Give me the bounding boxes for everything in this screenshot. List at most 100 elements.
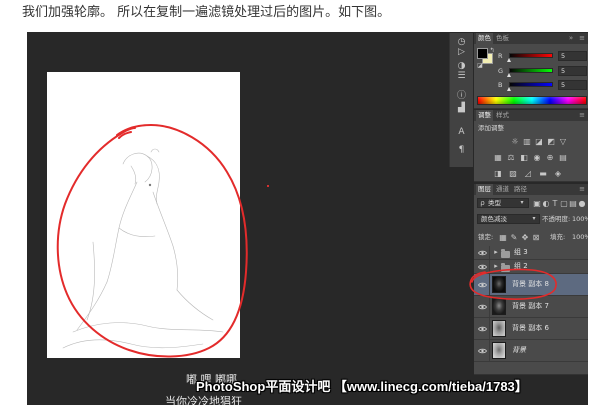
channel-slider-g[interactable]: [509, 68, 553, 73]
watermark: PhotoShop平面设计吧 【www.linecg.com/tieba/178…: [196, 379, 528, 394]
canvas-area[interactable]: [27, 32, 448, 405]
blend-mode-dropdown[interactable]: 颜色减淡 ▾: [477, 214, 540, 224]
tab-color[interactable]: 颜色: [476, 33, 493, 44]
paragraph-icon[interactable]: ¶: [456, 146, 467, 155]
tab-layers[interactable]: 图层: [476, 184, 493, 195]
swap-colors-icon[interactable]: ↰: [487, 46, 497, 55]
expand-triangle-icon[interactable]: ▸: [491, 248, 501, 257]
histogram-icon[interactable]: ▟: [456, 104, 467, 113]
panel-menu-icon[interactable]: ≡: [577, 111, 587, 120]
selective-color-icon[interactable]: ◈: [553, 169, 563, 178]
curves-icon[interactable]: ◪: [534, 137, 544, 146]
exposure-icon[interactable]: ◩: [546, 137, 556, 146]
threshold-icon[interactable]: ◿: [523, 169, 533, 178]
photo-filter-icon[interactable]: ◉: [532, 153, 542, 162]
column-divider: [489, 246, 490, 259]
lock-transparent-pixels-icon[interactable]: ▦: [498, 233, 508, 242]
visibility-eye-icon[interactable]: [478, 250, 487, 256]
visibility-eye-icon[interactable]: [478, 304, 487, 310]
channel-value-g[interactable]: 5: [558, 66, 587, 76]
layer-row-group[interactable]: ▸ 组 3: [474, 246, 588, 260]
layer-thumbnail: [492, 320, 506, 337]
layer-filter-icons: ▣ ◐ T ▢ ▤ ●: [474, 199, 588, 209]
posterize-icon[interactable]: ▨: [508, 169, 518, 178]
filter-toggle-icon[interactable]: ●: [577, 199, 587, 208]
adjustments-panel-header: 调整 样式 ≡: [474, 110, 588, 121]
layer-row-group[interactable]: ▸ 组 2: [474, 260, 588, 274]
document-canvas[interactable]: [47, 72, 240, 358]
layer-row-background[interactable]: 背景: [474, 340, 588, 362]
history-icon[interactable]: ◷: [456, 38, 467, 47]
visibility-eye-icon[interactable]: [478, 348, 487, 354]
lyric-line-bottom: 当你冷冷地猖狂: [165, 395, 242, 405]
slider-marker[interactable]: [507, 58, 512, 62]
default-colors-icon[interactable]: ◪: [475, 61, 485, 70]
color-balance-icon[interactable]: ⚖: [506, 153, 516, 162]
brightness-contrast-icon[interactable]: ☼: [510, 137, 520, 146]
color-panel: 颜色 色板 » ≡ ↰ ◪ R 5 G 5 B 5: [474, 33, 588, 109]
channel-slider-b[interactable]: [509, 82, 553, 87]
lock-image-pixels-icon[interactable]: ✎: [509, 233, 519, 242]
add-adjustment-label: 添加调整: [478, 124, 504, 132]
layer-row[interactable]: 背景 副本 6: [474, 318, 588, 340]
visibility-eye-icon[interactable]: [478, 326, 487, 332]
layer-row[interactable]: 背景 副本 8: [474, 274, 588, 296]
levels-icon[interactable]: ▥: [522, 137, 532, 146]
vibrance-icon[interactable]: ▽: [558, 137, 568, 146]
slider-marker[interactable]: [507, 87, 512, 91]
photoshop-window: ◷ ▷ ◑ ☰ ⓘ ▟ A ¶ 颜色 色板 » ≡ ↰ ◪ R 5 G 5 B 5: [27, 32, 588, 405]
fill-value[interactable]: 100%: [572, 232, 588, 242]
info-icon[interactable]: ⓘ: [456, 92, 467, 101]
character-icon[interactable]: A: [456, 128, 467, 137]
column-divider: [489, 318, 490, 339]
slider-marker[interactable]: [507, 73, 512, 77]
opacity-value[interactable]: 100%: [572, 214, 588, 224]
tab-swatches[interactable]: 色板: [494, 33, 511, 44]
panel-menu-icon[interactable]: ≡: [577, 185, 587, 194]
expand-triangle-icon[interactable]: ▸: [491, 262, 501, 271]
panel-menu-icon[interactable]: ≡: [577, 34, 587, 43]
layer-name: 背景 副本 7: [512, 302, 549, 310]
panel-icon-strip: ◷ ▷ ◑ ☰ ⓘ ▟ A ¶: [449, 33, 473, 167]
channel-value-b[interactable]: 5: [558, 80, 587, 90]
tab-paths[interactable]: 路径: [512, 184, 529, 195]
layer-thumbnail: [492, 298, 506, 315]
fill-label: 填充:: [550, 233, 566, 241]
dropdown-arrow-icon: ▾: [532, 215, 536, 222]
lock-position-icon[interactable]: ✥: [520, 233, 530, 242]
layer-name: 背景: [512, 346, 526, 354]
visibility-eye-icon[interactable]: [478, 282, 487, 288]
color-lookup-icon[interactable]: ▤: [558, 153, 568, 162]
adjustments-panel: 调整 样式 ≡ 添加调整 ☼ ▥ ◪ ◩ ▽ ▦ ⚖ ◧ ◉ ⊕ ▤ ◨ ▨ ◿ ▬ ◈: [474, 110, 588, 182]
channel-value-r[interactable]: 5: [558, 51, 587, 61]
color-spectrum-bar[interactable]: [477, 96, 587, 105]
invert-icon[interactable]: ◨: [493, 169, 503, 178]
layer-name: 背景 副本 8: [512, 280, 549, 288]
actions-icon[interactable]: ▷: [456, 48, 467, 57]
tab-styles[interactable]: 样式: [494, 110, 511, 121]
adjustment-icon-row: ☼ ▥ ◪ ◩ ▽: [474, 137, 588, 147]
lock-all-icon[interactable]: ⊠: [531, 233, 541, 242]
channel-mixer-icon[interactable]: ⊕: [545, 153, 555, 162]
layer-thumbnail: [492, 276, 506, 293]
visibility-eye-icon[interactable]: [478, 264, 487, 270]
column-divider: [489, 296, 490, 317]
panel-collapse-icon[interactable]: »: [566, 34, 576, 43]
lock-icons: ▦ ✎ ✥ ⊠: [474, 233, 588, 243]
layers-panel-header: 图层 通道 路径 ≡: [474, 184, 588, 195]
layer-row[interactable]: 背景 副本 7: [474, 296, 588, 318]
adjustments-icon[interactable]: ◑: [456, 62, 467, 71]
folder-icon: [501, 263, 510, 272]
tab-adjustments[interactable]: 调整: [476, 110, 493, 121]
channel-slider-r[interactable]: [509, 53, 553, 58]
cursor-dot: [267, 185, 269, 187]
properties-icon[interactable]: ☰: [456, 72, 467, 81]
black-white-icon[interactable]: ◧: [519, 153, 529, 162]
layer-name: 背景 副本 6: [512, 324, 549, 332]
gradient-map-icon[interactable]: ▬: [538, 169, 548, 178]
tab-channels[interactable]: 通道: [494, 184, 511, 195]
channel-label: B: [498, 81, 503, 89]
hue-saturation-icon[interactable]: ▦: [493, 153, 503, 162]
layer-name: 组 3: [514, 248, 528, 256]
column-divider: [489, 274, 490, 295]
